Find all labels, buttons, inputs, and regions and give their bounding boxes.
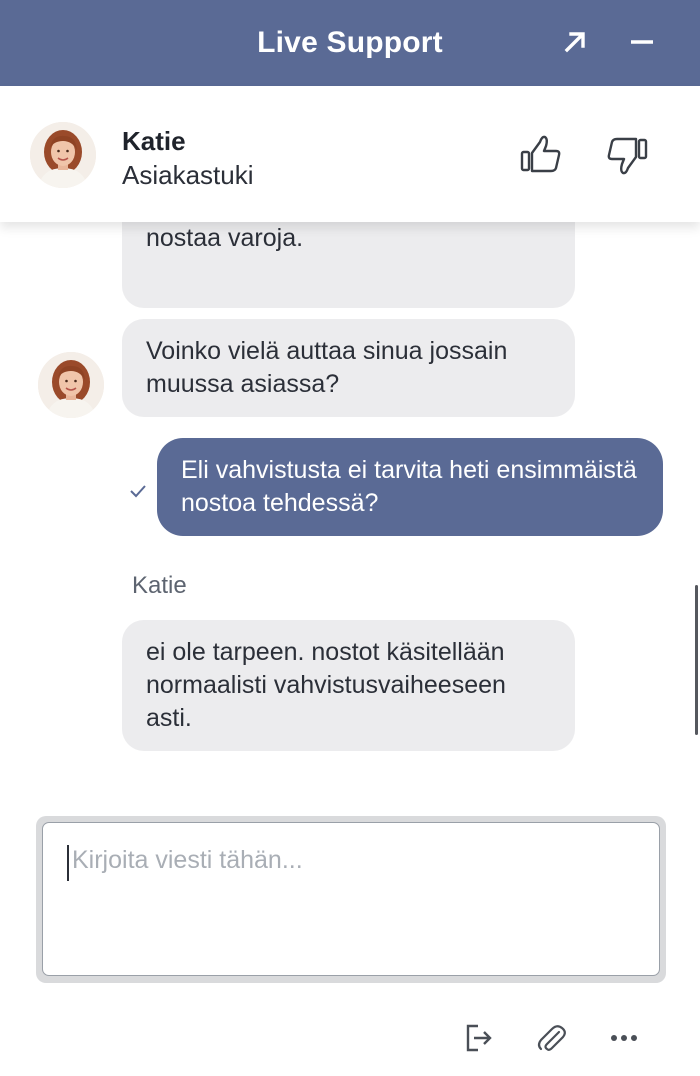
agent-message: Voinko vielä auttaa sinua jossain muussa… bbox=[122, 319, 575, 417]
agent-name: Katie bbox=[122, 126, 186, 156]
thumbs-down-button[interactable] bbox=[602, 130, 652, 180]
agent-role: Asiakastuki bbox=[122, 160, 254, 190]
more-dots-icon bbox=[611, 1035, 637, 1041]
thumbs-down-icon bbox=[607, 137, 648, 175]
agent-avatar bbox=[30, 122, 96, 188]
agent-header: Katie Asiakastuki bbox=[0, 86, 700, 222]
minimize-button[interactable] bbox=[620, 22, 664, 62]
user-message: Eli vahvistusta ei tarvita heti ensimmäi… bbox=[157, 438, 663, 536]
message-input-placeholder: Kirjoita viesti tähän... bbox=[72, 846, 303, 874]
exit-icon bbox=[466, 1024, 492, 1052]
more-options-button[interactable] bbox=[602, 1016, 646, 1060]
agent-message: ei ole tarpeen. nostot käsitellään norma… bbox=[122, 620, 575, 751]
message-text: Eli vahvistusta ei tarvita heti ensimmäi… bbox=[181, 456, 637, 517]
agent-message: rajoituksia, tehdä talletuksia ja nostaa… bbox=[122, 222, 575, 308]
scrollbar-thumb[interactable] bbox=[695, 585, 698, 735]
attach-file-button[interactable] bbox=[530, 1016, 574, 1060]
message-text: ei ole tarpeen. nostot käsitellään norma… bbox=[146, 638, 506, 732]
arrow-up-right-icon bbox=[564, 32, 585, 53]
paperclip-icon bbox=[537, 1025, 566, 1051]
thumbs-up-button[interactable] bbox=[516, 130, 566, 180]
chat-transcript[interactable]: rajoituksia, tehdä talletuksia ja nostaa… bbox=[0, 222, 700, 802]
window-title: Live Support bbox=[257, 26, 443, 59]
checkmark-icon bbox=[130, 485, 146, 498]
sender-name: Katie bbox=[132, 572, 187, 599]
minus-icon bbox=[631, 40, 653, 44]
end-chat-button[interactable] bbox=[456, 1016, 500, 1060]
message-text: Voinko vielä auttaa sinua jossain muussa… bbox=[146, 337, 508, 398]
expand-button[interactable] bbox=[553, 22, 597, 62]
thumbs-up-icon bbox=[520, 135, 561, 173]
message-text: rajoituksia, tehdä talletuksia ja nostaa… bbox=[146, 224, 304, 252]
agent-message-avatar bbox=[38, 352, 104, 418]
text-caret bbox=[67, 845, 69, 881]
title-bar: Live Support bbox=[0, 0, 700, 86]
